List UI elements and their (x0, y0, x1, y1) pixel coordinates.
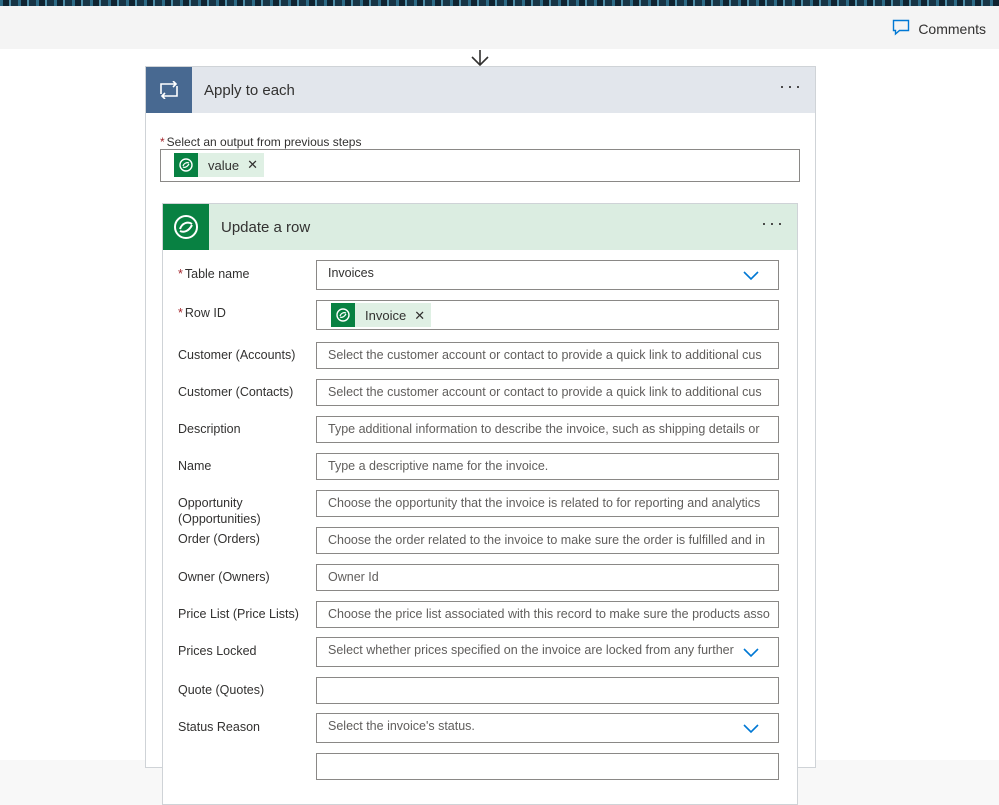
chevron-down-icon[interactable] (742, 719, 760, 742)
customer-contacts-label: Customer (Contacts) (178, 385, 294, 399)
select-output-text: Select an output from previous steps (166, 135, 362, 149)
price-list-input[interactable]: Choose the price list associated with th… (316, 601, 779, 628)
comments-button[interactable]: Comments (892, 19, 986, 39)
apply-to-each-header[interactable]: Apply to each ··· (146, 67, 815, 113)
opportunity-input[interactable]: Choose the opportunity that the invoice … (316, 490, 779, 517)
loop-icon (146, 67, 192, 113)
update-menu-button[interactable]: ··· (761, 214, 785, 232)
table-name-value: Invoices (328, 266, 374, 280)
remove-token-icon[interactable]: ✕ (247, 157, 258, 173)
dataverse-icon (174, 153, 198, 177)
customer-accounts-input[interactable]: Select the customer account or contact t… (316, 342, 779, 369)
description-label: Description (178, 422, 241, 436)
dataverse-icon (331, 303, 355, 327)
update-a-row-header[interactable]: Update a row ··· (163, 204, 797, 250)
prices-locked-placeholder: Select whether prices specified on the i… (328, 643, 734, 657)
description-input[interactable]: Type additional information to describe … (316, 416, 779, 443)
quote-label: Quote (Quotes) (178, 683, 265, 697)
row-id-label: * Row ID (178, 305, 226, 321)
owner-label: Owner (Owners) (178, 570, 270, 584)
chevron-down-icon[interactable] (742, 266, 760, 289)
owner-input[interactable]: Owner Id (316, 564, 779, 591)
remove-token-icon[interactable]: ✕ (414, 303, 425, 328)
comments-label: Comments (918, 21, 986, 37)
apply-to-each-card: Apply to each ··· * Select an output from… (145, 66, 816, 805)
row-id-label-text: Row ID (184, 306, 226, 320)
order-input[interactable]: Choose the order related to the invoice … (316, 527, 779, 554)
comment-icon (892, 19, 910, 39)
next-field-input[interactable] (316, 753, 779, 780)
name-input[interactable]: Type a descriptive name for the invoice. (316, 453, 779, 480)
table-name-label-text: Table name (184, 267, 250, 281)
apply-to-each-title: Apply to each (204, 81, 295, 99)
status-reason-placeholder: Select the invoice's status. (328, 719, 475, 733)
customer-accounts-label: Customer (Accounts) (178, 348, 296, 362)
select-output-input[interactable]: value ✕ (160, 149, 800, 182)
apply-menu-button[interactable]: ··· (779, 77, 803, 95)
table-name-label: * Table name (178, 266, 250, 282)
update-a-row-title: Update a row (221, 218, 311, 236)
value-token-label: value (208, 157, 240, 173)
name-label: Name (178, 459, 212, 473)
customer-contacts-input[interactable]: Select the customer account or contact t… (316, 379, 779, 406)
order-label: Order (Orders) (178, 532, 260, 546)
prices-locked-dropdown[interactable]: Select whether prices specified on the i… (316, 637, 779, 667)
prices-locked-label: Prices Locked (178, 644, 257, 658)
row-id-input[interactable]: Invoice ✕ (316, 300, 779, 330)
status-reason-label: Status Reason (178, 720, 260, 734)
invoice-token[interactable]: Invoice ✕ (331, 303, 432, 328)
select-output-label: * Select an output from previous steps (160, 135, 361, 149)
update-a-row-card: Update a row ··· * Table name Invoices * R… (162, 203, 798, 805)
dataverse-icon (163, 204, 209, 250)
required-marker: * (160, 135, 165, 149)
invoice-token-label: Invoice (365, 307, 407, 323)
top-toolbar: Comments (0, 6, 999, 49)
quote-input[interactable] (316, 677, 779, 704)
required-marker: * (178, 306, 183, 320)
price-list-label: Price List (Price Lists) (178, 607, 299, 621)
required-marker: * (178, 267, 183, 281)
value-token[interactable]: value ✕ (174, 153, 264, 177)
status-reason-dropdown[interactable]: Select the invoice's status. (316, 713, 779, 743)
opportunity-label: Opportunity (Opportunities) (178, 496, 261, 526)
chevron-down-icon[interactable] (742, 643, 760, 666)
table-name-dropdown[interactable]: Invoices (316, 260, 779, 290)
